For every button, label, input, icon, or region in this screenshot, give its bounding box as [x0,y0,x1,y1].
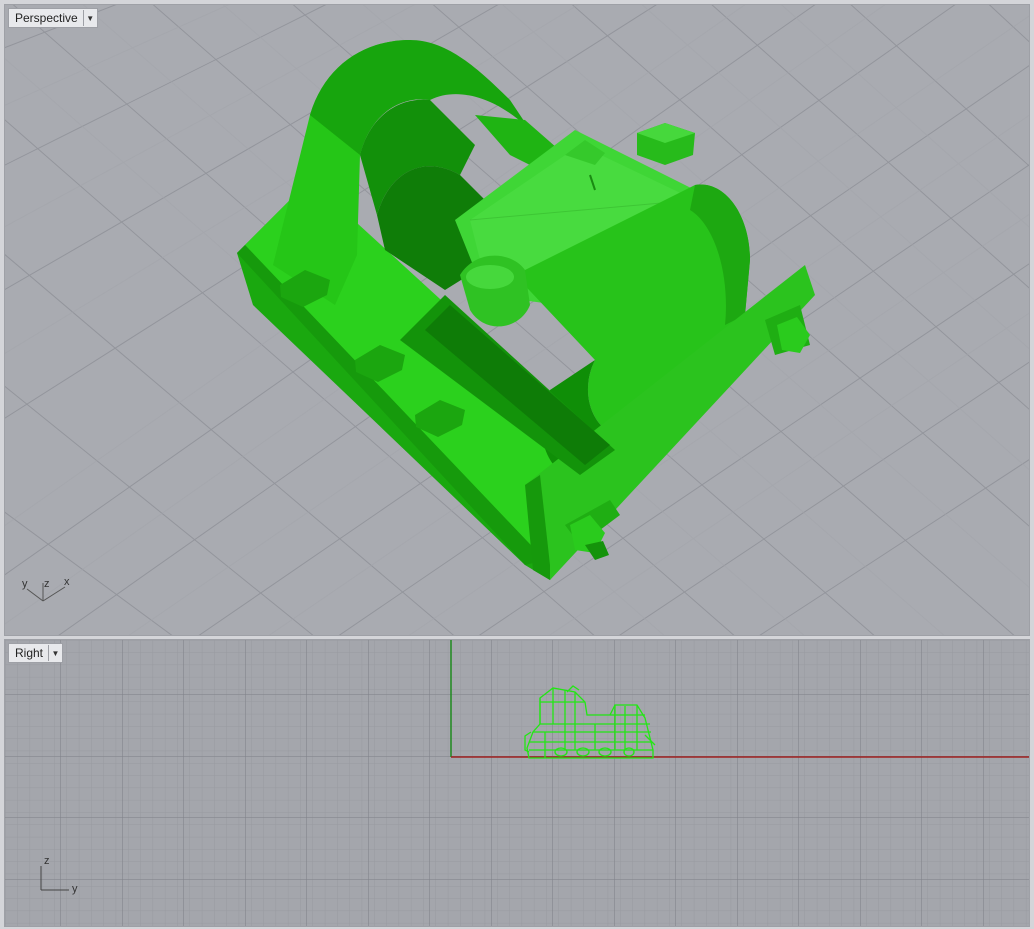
viewport-title: Right [15,646,44,660]
chevron-down-icon[interactable]: ▼ [82,10,97,26]
right-viewport[interactable]: Right ▼ z y [4,639,1030,927]
axis-z-label: z [44,578,50,590]
axis-x-label: x [64,576,70,588]
axis-y-label: y [72,883,78,895]
viewport-title: Perspective [15,11,78,25]
right-canvas[interactable]: z y [5,640,1030,926]
perspective-viewport[interactable]: Perspective ▼ y z x [4,4,1030,636]
perspective-canvas[interactable]: y z x [5,5,1030,635]
chevron-down-icon[interactable]: ▼ [48,645,62,661]
green-model[interactable] [237,40,815,580]
right-grid-major [5,640,1029,926]
axis-y-label: y [22,578,28,590]
perspective-axis-triad: y z x [22,576,70,602]
perspective-viewport-tab[interactable]: Perspective ▼ [8,8,98,28]
right-viewport-tab[interactable]: Right ▼ [8,643,64,663]
axis-z-label: z [44,855,50,867]
